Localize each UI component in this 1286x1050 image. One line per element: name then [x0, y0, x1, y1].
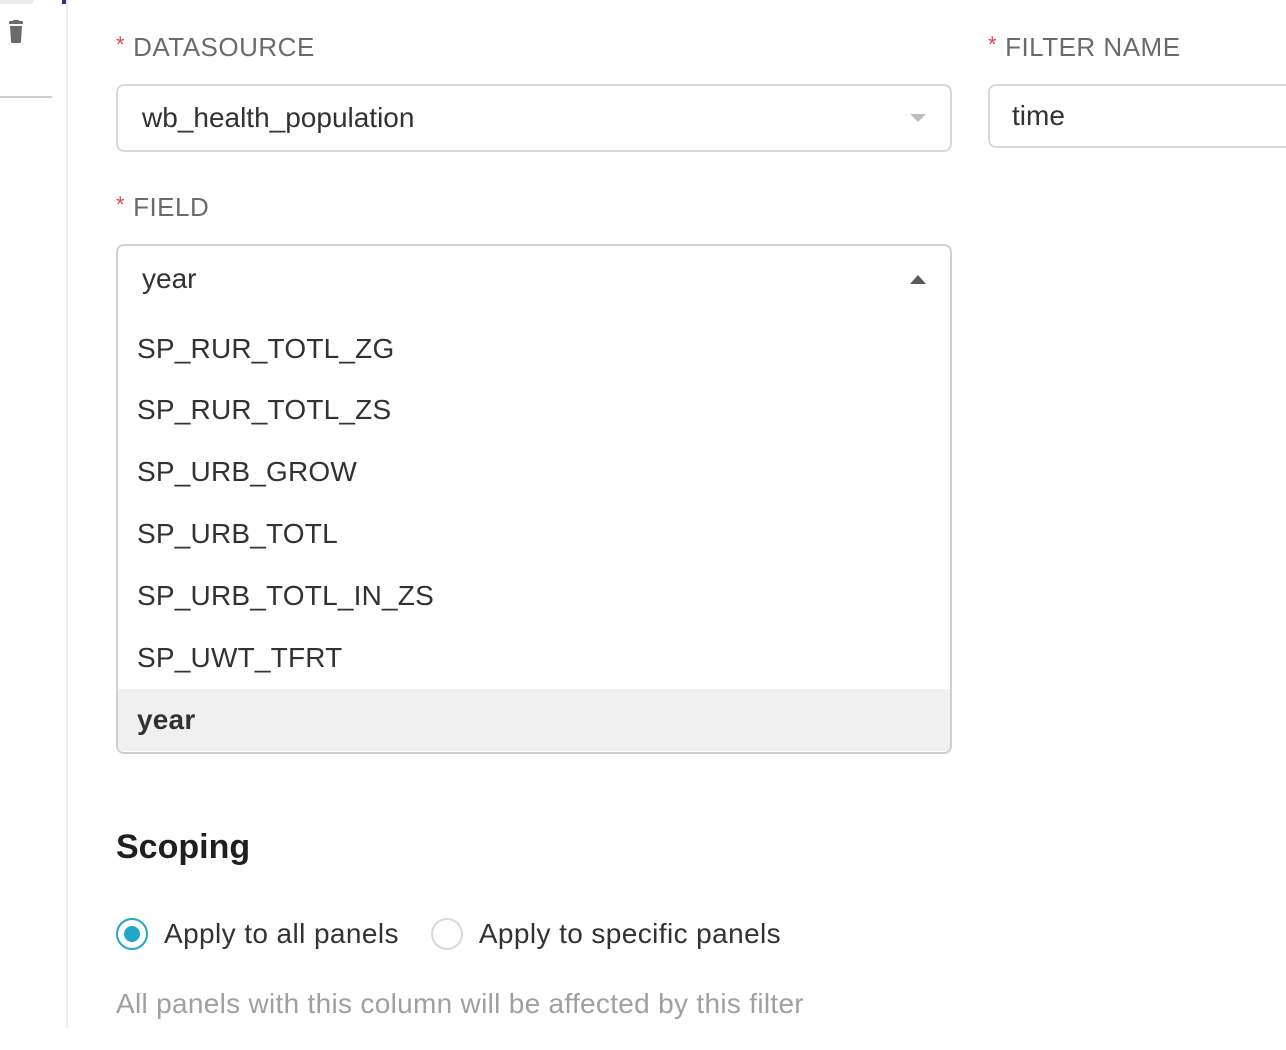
required-mark: * [988, 32, 998, 57]
filter-config-panel: * DATASOURCE wb_health_population * FILTER… [0, 0, 1286, 1050]
chevron-down-icon [910, 114, 926, 122]
chevron-up-icon [910, 274, 926, 284]
datasource-value: wb_health_population [142, 102, 415, 133]
datasource-label: * DATASOURCE [116, 32, 315, 62]
scoping-helper-text: All panels with this column will be affe… [116, 988, 804, 1019]
scoping-radio-group: Apply to all panels Apply to specific pa… [116, 918, 813, 950]
radio-all-panels[interactable] [116, 918, 148, 950]
required-mark: * [116, 32, 126, 57]
scoping-title: Scoping [116, 828, 251, 866]
active-tab-marker [62, 0, 66, 4]
field-value: year [142, 262, 197, 294]
filter-name-label: * FILTER NAME [988, 32, 1181, 62]
gutter-divider [0, 96, 52, 98]
field-label: * FIELD [116, 192, 210, 222]
radio-specific-panels-label[interactable]: Apply to specific panels [479, 918, 781, 950]
filter-list-gutter [0, 0, 68, 1028]
dropdown-option[interactable]: SP_URB_TOTL_IN_ZS [118, 565, 950, 627]
filter-name-value: time [1012, 100, 1065, 131]
dropdown-option[interactable]: SP_RUR_TOTL_ZS [118, 379, 950, 441]
dropdown-option-selected[interactable]: year [118, 689, 950, 751]
filter-name-input[interactable]: time [988, 84, 1286, 148]
field-dropdown-menu: SP_RUR_TOTL_ZG SP_RUR_TOTL_ZS SP_URB_GRO… [116, 311, 952, 754]
filter-tab-stub[interactable] [0, 0, 34, 4]
dropdown-option[interactable]: SP_URB_TOTL [118, 503, 950, 565]
dropdown-option[interactable]: SP_RUR_TOTL_ZG [118, 311, 950, 379]
trash-icon[interactable] [6, 20, 26, 44]
required-mark: * [116, 192, 126, 217]
dropdown-option[interactable]: SP_URB_GROW [118, 441, 950, 503]
field-select[interactable]: year [116, 244, 952, 312]
dropdown-option[interactable]: SP_UWT_TFRT [118, 627, 950, 689]
datasource-select[interactable]: wb_health_population [116, 84, 952, 152]
radio-all-panels-label[interactable]: Apply to all panels [164, 918, 399, 950]
radio-specific-panels[interactable] [430, 918, 463, 950]
